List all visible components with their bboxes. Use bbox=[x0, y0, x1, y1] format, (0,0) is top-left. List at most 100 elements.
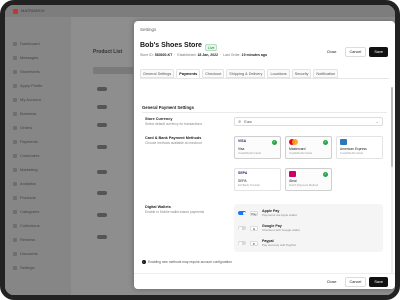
check-icon: ✓ bbox=[272, 140, 277, 145]
nav-item-icon bbox=[13, 97, 17, 102]
nav-item-icon bbox=[13, 69, 17, 74]
nav-item-icon bbox=[13, 167, 17, 172]
store-id-label: Store ID: bbox=[140, 53, 154, 57]
nav-item-icon bbox=[13, 181, 17, 186]
nav-item-icon bbox=[13, 139, 17, 144]
background-shoe-thumb bbox=[97, 191, 107, 195]
tab-shipping-delivery[interactable]: Shipping & Delivery bbox=[226, 69, 266, 78]
footer-cancel-button[interactable]: Cancel bbox=[344, 277, 367, 287]
save-button[interactable]: Save bbox=[369, 47, 388, 57]
background-nav-label: Discounts bbox=[20, 251, 38, 256]
payment-card-sub: Credit/Debit Cards bbox=[340, 151, 364, 155]
background-nav-label: Products bbox=[20, 195, 36, 200]
last-order-value: 19 minutes ago bbox=[241, 53, 268, 57]
background-nav-label: Marketing bbox=[20, 167, 38, 172]
wallet-sub: Payments via Apple wallet bbox=[262, 213, 297, 217]
currency-select[interactable]: ⊕ Euro ⌄ bbox=[234, 117, 383, 126]
nav-item-icon bbox=[13, 223, 17, 228]
divider bbox=[142, 112, 387, 113]
wallet-row-paypal: P Paypal Pay securely with PayPal bbox=[238, 236, 296, 250]
background-shoe-thumb bbox=[97, 213, 107, 217]
background-nav-label: Payments bbox=[20, 139, 38, 144]
background-shoe-thumb bbox=[97, 87, 107, 91]
footer-close-button[interactable]: Close bbox=[321, 277, 342, 287]
footer-save-button[interactable]: Save bbox=[369, 277, 388, 287]
store-id-value: 583920-KT bbox=[154, 53, 173, 57]
nav-item-icon bbox=[13, 209, 17, 214]
background-shoe-thumb bbox=[97, 170, 107, 174]
background-nav-label: Collections bbox=[20, 223, 40, 228]
tab-payments[interactable]: Payments bbox=[176, 69, 201, 78]
wallets-list: Pay Apple Pay Payments via Apple wallet G… bbox=[234, 204, 383, 252]
background-nav-item: Customers bbox=[13, 153, 39, 158]
nav-item-icon bbox=[13, 195, 17, 200]
payment-card-amex[interactable]: American Express Credit/Debit Cards bbox=[336, 136, 383, 159]
store-name: Bob's Shoes Store bbox=[140, 42, 202, 49]
section-title: General Payment Settings bbox=[142, 105, 194, 110]
background-nav-item: Dashboard bbox=[13, 41, 40, 46]
settings-tabs: General Settings Payments Checkout Shipp… bbox=[140, 69, 389, 79]
nav-item-icon bbox=[13, 237, 17, 242]
cancel-button[interactable]: Cancel bbox=[344, 47, 367, 57]
apple-pay-toggle[interactable] bbox=[238, 211, 246, 215]
background-shoe-thumb bbox=[97, 123, 107, 127]
established-label: Established: bbox=[177, 53, 197, 57]
payment-card-sub: Dutch Payment Method bbox=[289, 183, 319, 187]
tab-checkout[interactable]: Checkout bbox=[202, 69, 225, 78]
payment-card-visa[interactable]: VISA Visa Credit/Debit Cards ✓ bbox=[234, 136, 281, 159]
tab-security[interactable]: Security bbox=[291, 69, 312, 78]
chevron-down-icon: ⌄ bbox=[375, 119, 379, 124]
globe-icon: ⊕ bbox=[238, 119, 242, 124]
background-nav-label: My Account bbox=[20, 97, 41, 102]
google-pay-toggle[interactable] bbox=[238, 226, 246, 230]
nav-item-icon bbox=[13, 265, 17, 270]
amex-logo-icon bbox=[340, 139, 347, 145]
background-nav-label: Customers bbox=[20, 153, 40, 158]
cards-description: Choose methods available at checkout bbox=[145, 141, 202, 145]
background-nav-label: Apply Profile bbox=[20, 83, 43, 88]
background-topbar: MATRIARCH bbox=[5, 5, 395, 17]
payment-card-mastercard[interactable]: Mastercard Credit/Debit Cards ✓ bbox=[285, 136, 332, 159]
configuration-notice: i Enabling new methods may require accou… bbox=[142, 260, 232, 264]
currency-value: Euro bbox=[244, 119, 252, 124]
google-pay-icon: G bbox=[250, 225, 258, 231]
ideal-logo-icon bbox=[289, 171, 296, 177]
scrollbar-thumb[interactable] bbox=[391, 87, 393, 167]
apple-pay-icon: Pay bbox=[250, 210, 258, 216]
close-button[interactable]: Close bbox=[321, 47, 342, 57]
background-nav-label: Categories bbox=[20, 209, 40, 214]
established-value: 18 Jan, 2022 bbox=[197, 53, 219, 57]
payment-card-sepa[interactable]: SEPA SEPA EU Bank Transfer bbox=[234, 168, 281, 191]
info-icon: i bbox=[142, 260, 146, 264]
background-nav-label: Dashboard bbox=[20, 41, 40, 46]
payment-card-sub: Credit/Debit Cards bbox=[289, 151, 313, 155]
background-shoe-thumb bbox=[97, 105, 107, 109]
footer-actions: Close Cancel Save bbox=[321, 277, 388, 287]
brand-name: MATRIARCH bbox=[21, 8, 45, 13]
background-nav-item: Collections bbox=[13, 223, 40, 228]
background-nav-item: My Account bbox=[13, 97, 41, 102]
background-nav-item: Storefronts bbox=[13, 69, 40, 74]
modal-title: Settings bbox=[140, 27, 157, 32]
paypal-toggle[interactable] bbox=[238, 241, 246, 245]
last-order-label: Last Order: bbox=[223, 53, 241, 57]
settings-modal: Settings Bob's Shoes Store Live Store ID… bbox=[134, 21, 395, 289]
tab-notification[interactable]: Notification bbox=[313, 69, 339, 78]
nav-item-icon bbox=[13, 153, 17, 158]
tab-general-settings[interactable]: General Settings bbox=[140, 69, 175, 78]
background-nav-label: Analytics bbox=[20, 181, 37, 186]
wallets-label: Digital Wallets bbox=[145, 205, 171, 209]
background-nav-item: Reviews bbox=[13, 237, 35, 242]
tab-locations[interactable]: Locations bbox=[267, 69, 290, 78]
notice-text: Enabling new methods may require account… bbox=[148, 260, 232, 264]
wallet-sub: Pay securely with PayPal bbox=[262, 243, 296, 247]
nav-item-icon bbox=[13, 251, 17, 256]
nav-item-icon bbox=[13, 125, 17, 130]
check-icon: ✓ bbox=[323, 140, 328, 145]
background-nav-item: Business bbox=[13, 111, 36, 116]
payment-card-sub: Credit/Debit Cards bbox=[238, 151, 262, 155]
payment-card-ideal[interactable]: iDeal Dutch Payment Method ✓ bbox=[285, 168, 332, 191]
wallet-row-google-pay: G Google Pay Checkout with Google wallet bbox=[238, 221, 300, 235]
status-badge: Live bbox=[205, 44, 218, 51]
background-shoe-thumb bbox=[97, 235, 107, 239]
